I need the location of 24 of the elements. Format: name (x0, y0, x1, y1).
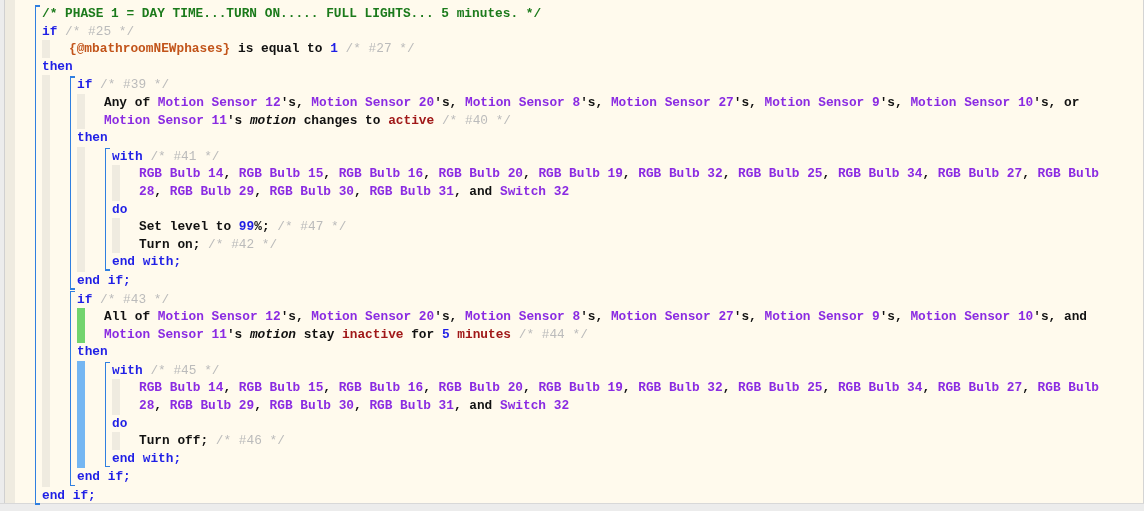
code-line: if /* #25 */ (42, 22, 136, 41)
code-line: end with; (112, 449, 183, 468)
code-line: RGB Bulb 14, RGB Bulb 15, RGB Bulb 16, RGB Bulb 20, RGB Bulb 19, RGB Bulb 32, RGB Bulb 25, RGB Bulb 34, RGB Bulb 27, RGB Bulb 28, RGB Bulb 29, RGB Bulb 30, RGB Bulb 31, and Switch 32 (139, 379, 1101, 415)
code-line: Set level to 99%; /* #47 */ (139, 218, 348, 236)
code-line: All of Motion Sensor 12's, Motion Sensor 20's, Motion Sensor 8's, Motion Sensor 27's, Motion Sensor 9's, Motion Sensor 10's, and Motion Sensor 11's motion stay inactive for 5 minutes /* #44 */ (104, 308, 1089, 344)
code-line: Turn off; /* #46 */ (139, 432, 286, 450)
code-line: then (77, 343, 109, 361)
code-line: with /* #45 */ (112, 361, 221, 380)
code-line: then (42, 57, 74, 76)
code-line: if /* #43 */ (77, 290, 171, 309)
code-comment: /* PHASE 1 = DAY TIME...TURN ON..... FULL LIGHTS... 5 minutes. */ (42, 5, 543, 23)
code-line: RGB Bulb 14, RGB Bulb 15, RGB Bulb 16, RGB Bulb 20, RGB Bulb 19, RGB Bulb 32, RGB Bulb 25, RGB Bulb 34, RGB Bulb 27, RGB Bulb 28, RGB Bulb 29, RGB Bulb 30, RGB Bulb 31, and Switch 32 (139, 165, 1101, 201)
code-line: do (112, 200, 129, 219)
code-line: end with; (112, 253, 183, 271)
code-line: end if; (42, 487, 97, 505)
code-line: Turn on; /* #42 */ (139, 235, 279, 254)
code-line: then (77, 129, 109, 147)
code-line: end if; (77, 468, 132, 487)
code-line: Any of Motion Sensor 12's, Motion Sensor 20's, Motion Sensor 8's, Motion Sensor 27's, Motion Sensor 9's, Motion Sensor 10's, or Motion Sensor 11's motion changes to active /* #40 */ (104, 93, 1081, 130)
code-line: if /* #39 */ (77, 76, 171, 94)
code-line: end if; (77, 271, 132, 290)
code-line: {@mbathroomNEWphases} is equal to 1 /* #27 */ (69, 40, 416, 58)
code-line: do (112, 414, 129, 433)
code-line: with /* #41 */ (112, 147, 221, 166)
